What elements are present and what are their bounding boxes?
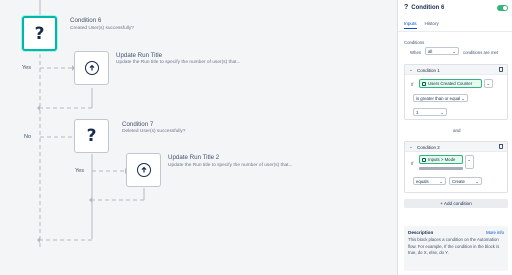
- pill-label: Inputs > Mode: [428, 157, 456, 162]
- operator-select[interactable]: equals ⌄: [413, 177, 446, 185]
- branch-label-no: No: [24, 134, 32, 140]
- node-title: Condition 7: [122, 121, 154, 128]
- and-label: and: [453, 128, 461, 133]
- panel-tabs: Inputs History: [404, 21, 439, 29]
- node-subtitle: Deleted User(s) successfully?: [122, 129, 186, 134]
- scroll-indicator: [419, 167, 463, 170]
- node-title: Update Run Title 2: [168, 154, 220, 161]
- arrow-up-circle-icon: [136, 163, 151, 177]
- if-label: If: [411, 82, 414, 87]
- when-value: all: [428, 48, 433, 54]
- value-text: 1: [416, 109, 419, 115]
- conditions-met-label: conditions are met: [463, 50, 499, 55]
- chevron-down-icon: ⌄: [439, 179, 443, 184]
- value-select[interactable]: 1 ⌄: [413, 108, 447, 116]
- condition-7-node[interactable]: ?: [74, 119, 109, 153]
- pill-dropdown[interactable]: ⌄: [465, 155, 474, 169]
- arrow-up-circle-icon: [84, 61, 99, 75]
- add-condition-button[interactable]: + Add condition: [404, 199, 508, 208]
- question-mark-icon: ?: [404, 4, 409, 11]
- more-info-link[interactable]: More info: [486, 230, 504, 235]
- conditions-label: Conditions: [404, 40, 425, 45]
- when-label: When: [410, 50, 422, 55]
- if-label: If: [411, 161, 414, 166]
- chevron-down-icon: ⌄: [467, 157, 471, 162]
- variable-pill[interactable]: Inputs > Mode: [419, 155, 463, 164]
- tab-inputs[interactable]: Inputs: [404, 21, 417, 29]
- condition-6-node[interactable]: ?: [22, 16, 57, 51]
- tab-history[interactable]: History: [425, 21, 439, 29]
- chevron-down-icon: ⌄: [452, 49, 456, 54]
- condition-title: Condition 2: [417, 144, 440, 150]
- branch-label-yes: Yes: [22, 65, 31, 71]
- chevron-down-icon: ⌄: [409, 144, 413, 149]
- when-select[interactable]: all ⌄: [425, 47, 459, 55]
- node-subtitle: Created User(s) successfully?: [70, 26, 134, 31]
- branch-label-yes: Yes: [75, 168, 84, 174]
- trash-icon[interactable]: [499, 67, 503, 72]
- variable-pill[interactable]: Users Created Counter: [419, 79, 482, 88]
- value-text: Create: [452, 178, 465, 184]
- variable-icon: [422, 81, 426, 86]
- description-box: Description More info This block places …: [404, 226, 508, 271]
- chevron-down-icon: ⌄: [440, 110, 444, 115]
- operator-value: is greater than or equal: [416, 95, 461, 101]
- node-title: Condition 6: [70, 17, 102, 24]
- panel-title: Condition 6: [411, 4, 445, 11]
- pill-label: Users Created Counter: [428, 81, 473, 86]
- enable-toggle[interactable]: [497, 5, 508, 11]
- description-text: This block places a condition on the Aut…: [408, 237, 500, 255]
- condition-title: Condition 1: [417, 67, 440, 73]
- flow-connectors: [37, 0, 145, 248]
- node-subtitle: Update the Run title to specify the numb…: [168, 163, 293, 168]
- condition-card: ⌄ Condition 2 If Inputs > Mode ⌄ equals …: [404, 141, 508, 193]
- chevron-down-icon: ⌄: [475, 179, 479, 184]
- tab-divider: [398, 31, 512, 32]
- node-title: Update Run Title: [116, 52, 163, 59]
- operator-select[interactable]: is greater than or equal ⌄: [413, 94, 468, 102]
- node-subtitle: Update the Run title to specify the numb…: [116, 60, 241, 65]
- condition-header[interactable]: ⌄ Condition 2: [405, 142, 507, 152]
- operator-value: equals: [416, 178, 429, 184]
- value-select[interactable]: Create ⌄: [449, 177, 482, 185]
- panel-header: ? Condition 6: [404, 4, 444, 11]
- trash-icon[interactable]: [499, 144, 503, 149]
- workflow-canvas[interactable]: ? Condition 6 Created User(s) successful…: [0, 0, 397, 275]
- chevron-down-icon: ⌄: [461, 96, 465, 101]
- question-mark-icon: ?: [86, 126, 97, 146]
- update-run-title-node[interactable]: [74, 51, 109, 85]
- description-title: Description: [408, 230, 434, 235]
- condition-card: ⌄ Condition 1 If Users Created Counter ⌄…: [404, 64, 508, 120]
- chevron-down-icon: ⌄: [409, 67, 413, 72]
- properties-panel: ? Condition 6 Inputs History Conditions …: [397, 0, 512, 275]
- variable-icon: [422, 157, 426, 162]
- pill-dropdown[interactable]: ⌄: [484, 79, 493, 88]
- chevron-down-icon: ⌄: [486, 81, 490, 86]
- condition-header[interactable]: ⌄ Condition 1: [405, 65, 507, 75]
- question-mark-icon: ?: [34, 23, 45, 44]
- update-run-title-2-node[interactable]: [126, 153, 161, 187]
